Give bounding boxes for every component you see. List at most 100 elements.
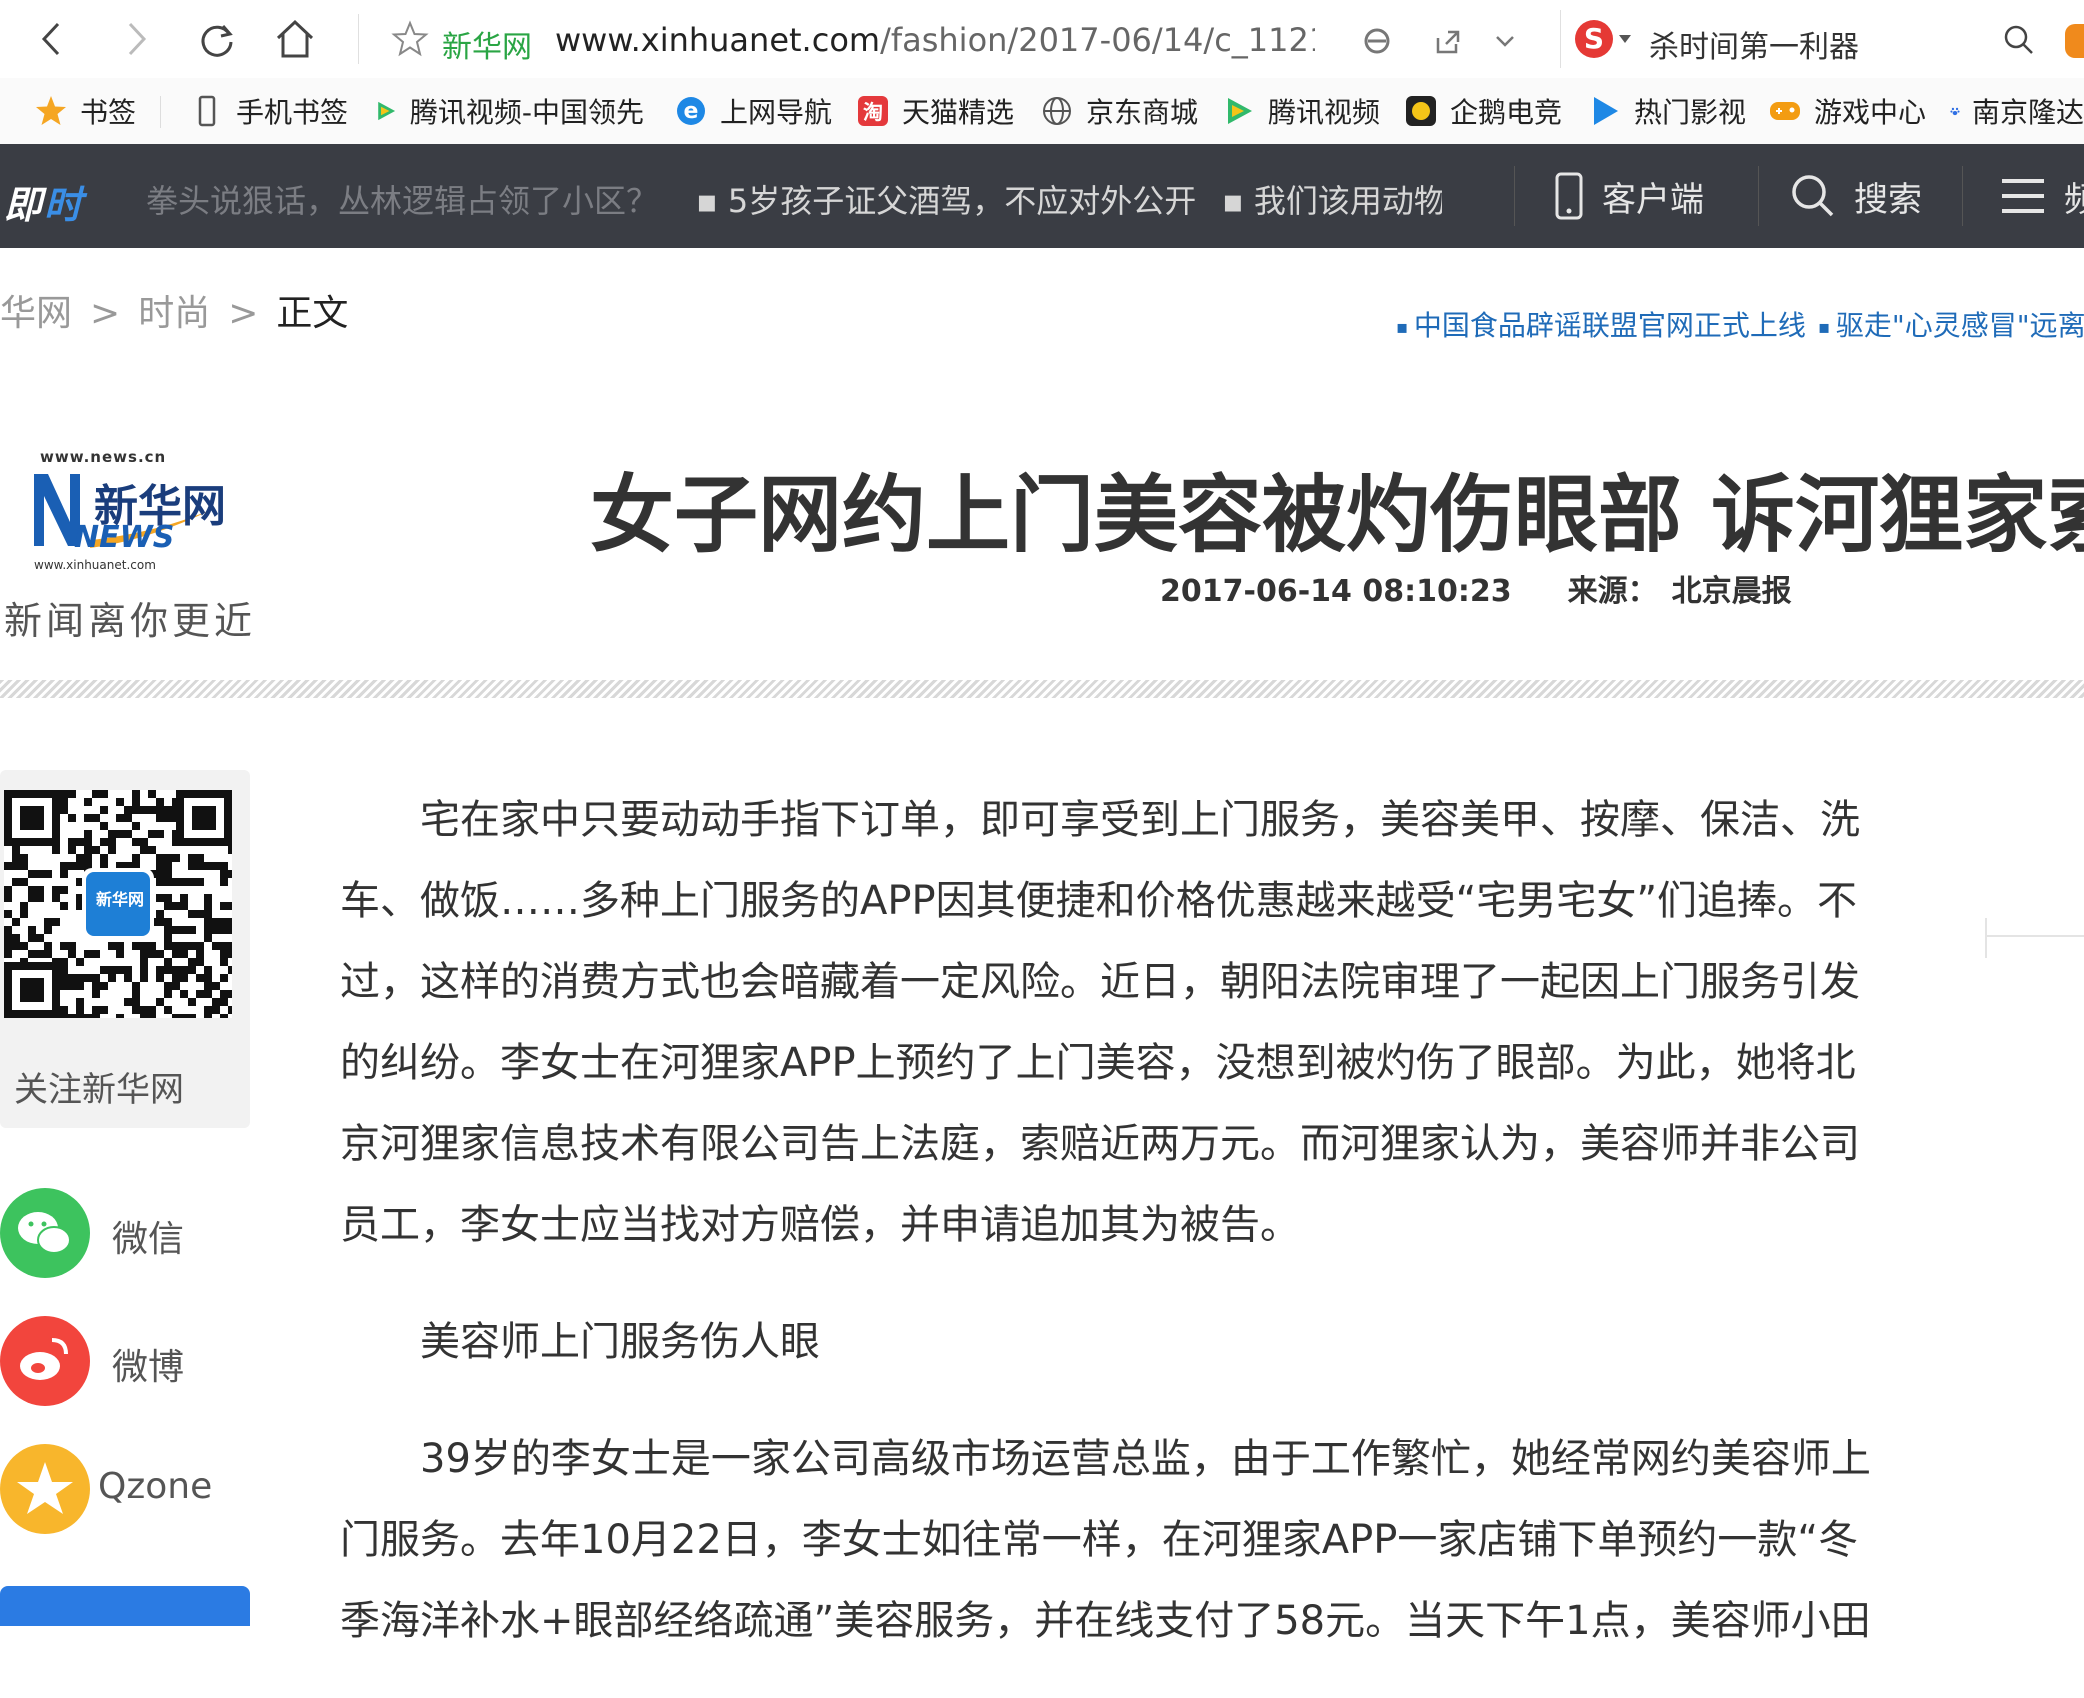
home-button[interactable] bbox=[268, 12, 322, 66]
site-name-label: 新华网 bbox=[442, 30, 532, 65]
jishi-logo-part2: 时 bbox=[44, 183, 85, 227]
baidu-paw-icon bbox=[1950, 107, 1960, 116]
logo-domain-top: www.news.cn bbox=[40, 448, 167, 466]
bookmark-divider bbox=[160, 96, 161, 128]
share-wechat-button[interactable]: 微信 bbox=[0, 1188, 250, 1278]
bookmark-item-nanjing[interactable]: 南京隆达 bbox=[1950, 90, 2084, 132]
article-title: 女子网约上门美容被灼伤眼部 诉河狸家索赔 bbox=[590, 466, 2084, 564]
sogou-engine-icon[interactable]: S bbox=[1575, 20, 1613, 58]
mobile-phone-icon bbox=[1555, 172, 1583, 220]
back-button[interactable] bbox=[26, 12, 80, 66]
breadcrumb-separator: > bbox=[228, 293, 259, 334]
jishi-logo[interactable]: 即时 bbox=[4, 174, 84, 229]
client-app-label: 客户端 bbox=[1602, 179, 1704, 220]
bookmark-item-esports[interactable]: 企鹅电竞 bbox=[1404, 90, 1562, 132]
article-meta: 2017-06-14 08:10:23 来源： 北京晨报 bbox=[1160, 566, 1792, 610]
reload-button[interactable] bbox=[190, 12, 244, 66]
address-bar[interactable]: 新华网 www.xinhuanet.com/fashion/2017-06/14… bbox=[380, 10, 1560, 68]
bookmark-item-game-center[interactable]: 游戏中心 bbox=[1768, 90, 1926, 132]
extension-icon[interactable] bbox=[2065, 24, 2084, 58]
breadcrumb-current: 正文 bbox=[276, 293, 349, 334]
news-ticker-item[interactable]: ▪ 我们该用动物... bbox=[1222, 176, 1442, 222]
weibo-icon bbox=[0, 1316, 90, 1406]
bookmark-item-nav[interactable]: e 上网导航 bbox=[674, 90, 832, 132]
xinhua-news-logo[interactable]: www.news.cn 新华网 NEWS www.xinhuanet.com bbox=[30, 448, 240, 578]
play-icon bbox=[1594, 97, 1618, 125]
site-nav-bar: 即时 拳头说狠话，丛林逻辑占领了小区？ ▪ 5岁孩子证父酒驾，不应对外公开 ▪ … bbox=[0, 144, 2084, 248]
url-path: /fashion/2017-06/14/c_112113 bbox=[880, 21, 1315, 59]
striped-divider bbox=[0, 680, 2084, 698]
bookmark-item-jd[interactable]: 京东商城 bbox=[1040, 90, 1198, 132]
search-input[interactable]: 杀时间第一利器 bbox=[1649, 22, 1859, 66]
bookmark-item-mobile[interactable]: 手机书签 bbox=[190, 90, 348, 132]
bookmark-label: 热门影视 bbox=[1634, 96, 1747, 129]
share-weibo-button[interactable]: 微博 bbox=[0, 1316, 250, 1406]
article-paragraph: 宅在家中只要动动手指下订单，即可享受到上门服务，美容美甲、按摩、保洁、洗车、做饭… bbox=[340, 797, 1860, 1248]
bookmark-label: 天猫精选 bbox=[902, 96, 1015, 129]
site-search-label: 搜索 bbox=[1854, 179, 1922, 220]
bookmark-label: 腾讯视频 bbox=[1268, 96, 1381, 129]
svg-text:淘: 淘 bbox=[863, 100, 883, 124]
engine-dropdown-icon[interactable] bbox=[1617, 32, 1633, 46]
breadcrumb-section-link[interactable]: 时尚 bbox=[138, 293, 210, 334]
dropdown-chevron-icon[interactable] bbox=[1492, 28, 1518, 54]
share-qzone-button[interactable]: Qzone bbox=[0, 1444, 250, 1534]
logo-brand-en: NEWS bbox=[74, 520, 175, 555]
ie-compat-icon[interactable] bbox=[1360, 24, 1394, 58]
news-ticker-item[interactable]: 拳头说狠话，丛林逻辑占领了小区？ bbox=[146, 176, 658, 222]
site-slogan: 新闻离你更近 bbox=[4, 599, 257, 643]
phone-icon bbox=[198, 95, 216, 127]
site-search-button[interactable]: 搜索 bbox=[1790, 170, 1922, 222]
bookmark-star-icon[interactable] bbox=[390, 19, 430, 59]
tmall-icon: 淘 bbox=[858, 96, 888, 126]
home-icon bbox=[276, 19, 314, 58]
share-more-button[interactable] bbox=[0, 1586, 250, 1626]
channel-menu-button[interactable]: 频 bbox=[2000, 170, 2084, 222]
qzone-icon bbox=[0, 1444, 90, 1534]
share-page-icon[interactable] bbox=[1430, 24, 1464, 58]
bookmark-item-bookmarks[interactable]: 书签 bbox=[34, 90, 136, 132]
bookmark-label: 上网导航 bbox=[720, 96, 833, 129]
bookmark-label: 腾讯视频-中国领先 bbox=[409, 96, 644, 129]
share-wechat-label: 微信 bbox=[112, 1219, 185, 1260]
bookmark-label: 手机书签 bbox=[236, 96, 349, 129]
article-paragraph: 39岁的李女士是一家公司高级市场运营总监，由于工作繁忙，她经常网约美容师上门服务… bbox=[340, 1436, 1871, 1644]
qr-follow-panel: 新华网 关注新华网 bbox=[0, 770, 250, 1128]
news-ticker-item[interactable]: ▪ 5岁孩子证父酒驾，不应对外公开 bbox=[696, 176, 1196, 222]
share-weibo-label: 微博 bbox=[112, 1347, 185, 1388]
search-box[interactable]: S 杀时间第一利器 bbox=[1560, 10, 2084, 68]
search-icon bbox=[1792, 175, 1834, 217]
url-text[interactable]: www.xinhuanet.com/fashion/2017-06/14/c_1… bbox=[555, 21, 1315, 59]
related-link[interactable]: 中国食品辟谣联盟官网正式上线 bbox=[1396, 304, 1806, 344]
qr-badge-label: 新华网 bbox=[95, 890, 144, 909]
nav-divider bbox=[1758, 166, 1759, 226]
nav-divider bbox=[1514, 166, 1515, 226]
tencent-video-icon bbox=[378, 101, 396, 121]
breadcrumb-home-link[interactable]: 华网 bbox=[0, 293, 72, 334]
article-source-label: 来源： bbox=[1567, 574, 1658, 609]
article-body: 宅在家中只要动动手指下订单，即可享受到上门服务，美容美甲、按摩、保洁、洗车、做饭… bbox=[340, 780, 1880, 1698]
wechat-icon bbox=[0, 1188, 90, 1278]
logo-domain-bottom: www.xinhuanet.com bbox=[34, 558, 156, 572]
article-source[interactable]: 北京晨报 bbox=[1672, 574, 1792, 609]
bookmark-label: 游戏中心 bbox=[1814, 96, 1927, 129]
article-subheading: 美容师上门服务伤人眼 bbox=[420, 1319, 820, 1365]
toolbar-divider bbox=[358, 14, 359, 64]
breadcrumb-separator: > bbox=[90, 293, 121, 334]
bookmark-item-tencent-video-home[interactable]: 腾讯视频-中国领先 bbox=[374, 90, 644, 132]
tencent-video-icon bbox=[1228, 98, 1252, 124]
reload-icon bbox=[201, 25, 233, 57]
bookmark-item-tencent-video[interactable]: 腾讯视频 bbox=[1222, 90, 1380, 132]
breadcrumb: 华网 > 时尚 > 正文 bbox=[0, 284, 348, 336]
related-link[interactable]: 驱走"心灵感冒"远离抑 bbox=[1818, 304, 2084, 344]
bookmarks-bar: 书签 手机书签 腾讯视频-中国领先 e 上网导航 淘 天猫精选 京东商城 腾讯视… bbox=[0, 78, 2084, 145]
bookmark-item-hot-movies[interactable]: 热门影视 bbox=[1588, 90, 1746, 132]
gamepad-icon bbox=[1770, 102, 1800, 120]
forward-button[interactable] bbox=[108, 12, 162, 66]
bookmark-label: 京东商城 bbox=[1086, 96, 1199, 129]
search-icon[interactable] bbox=[2001, 22, 2037, 58]
client-app-button[interactable]: 客户端 bbox=[1554, 170, 1704, 222]
globe-icon bbox=[1043, 97, 1071, 125]
bookmark-item-tmall[interactable]: 淘 天猫精选 bbox=[856, 90, 1014, 132]
jishi-logo-part1: 即 bbox=[4, 183, 45, 227]
